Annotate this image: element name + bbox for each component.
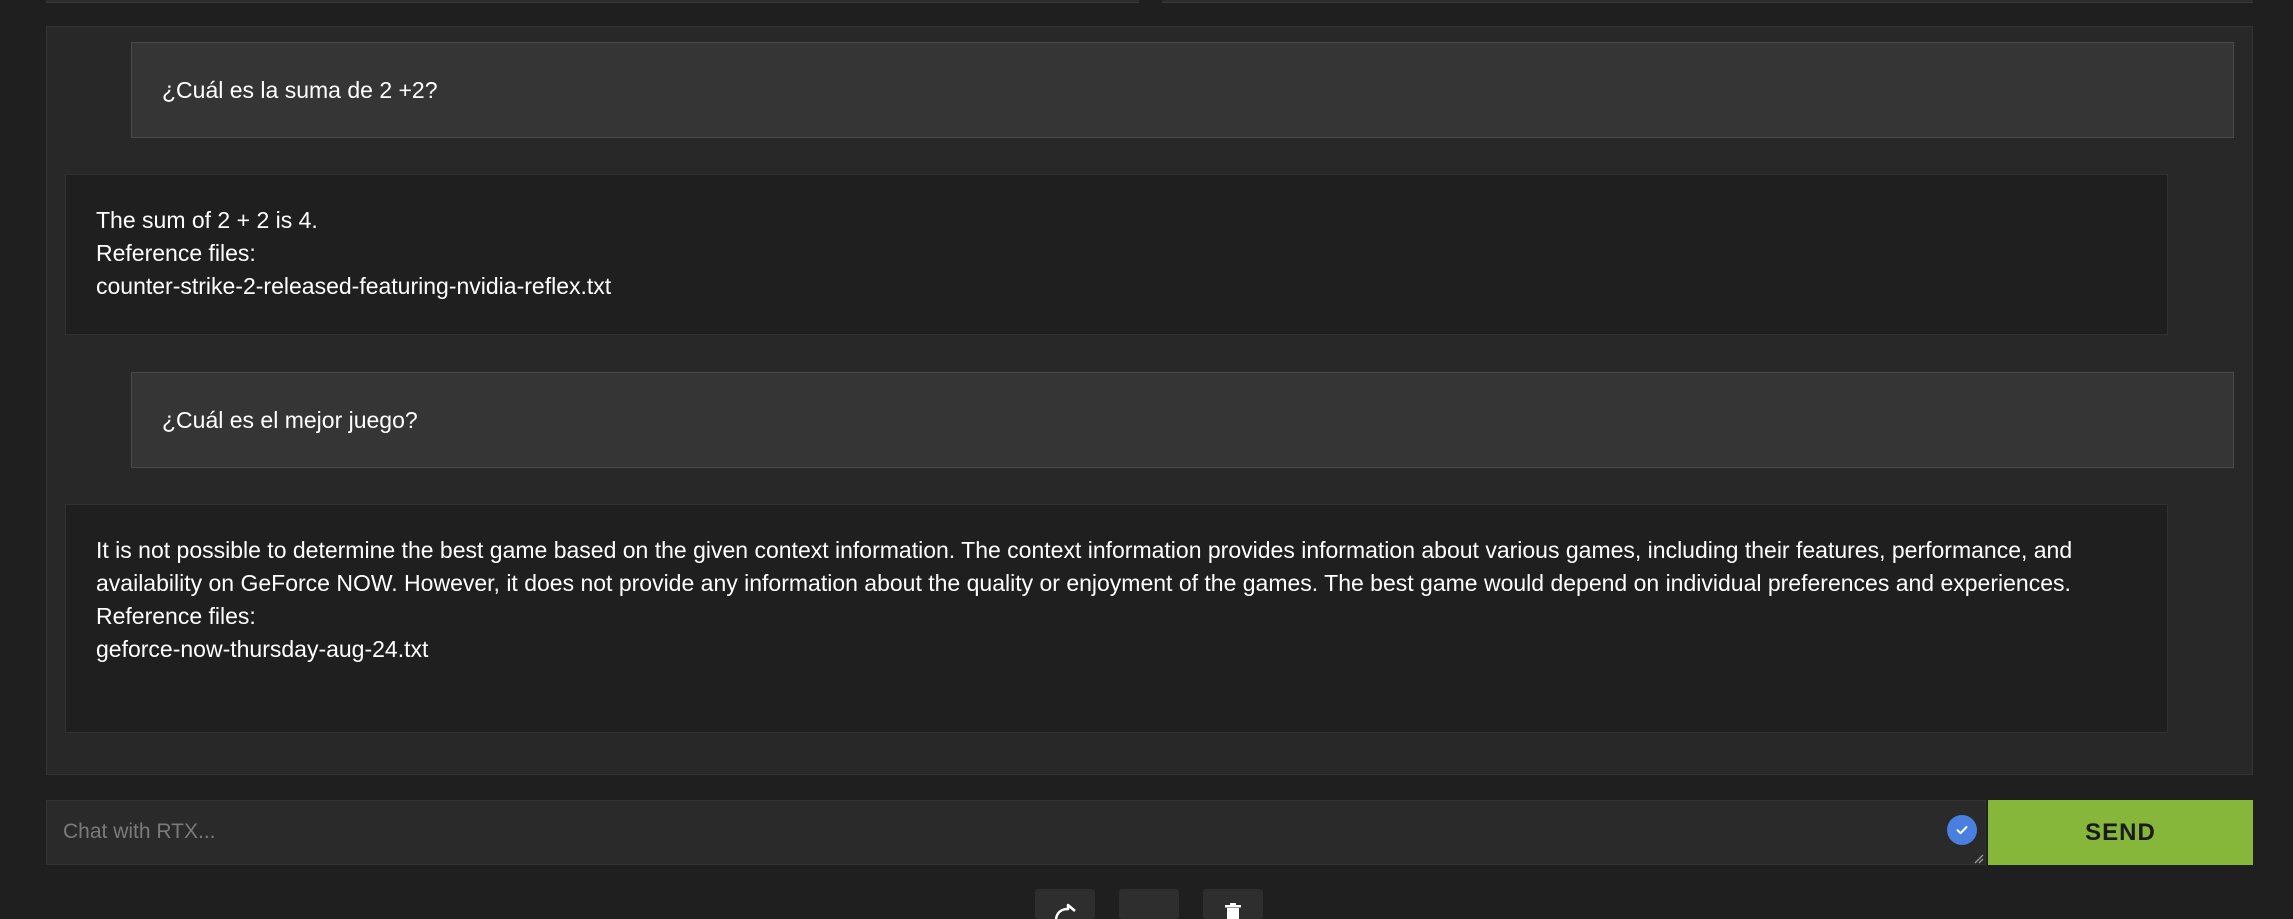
message-text: ¿Cuál es la suma de 2 +2?: [162, 77, 438, 103]
share-button[interactable]: [1035, 889, 1095, 919]
delete-button[interactable]: [1203, 889, 1263, 919]
trash-icon: [1225, 903, 1241, 919]
blank-button[interactable]: [1119, 889, 1179, 919]
reference-file-name: geforce-now-thursday-aug-24.txt: [96, 636, 429, 662]
reference-files-label: Reference files:: [96, 240, 256, 266]
chat-history[interactable]: ¿Cuál es la suma de 2 +2? The sum of 2 +…: [46, 26, 2253, 775]
resize-grip-icon[interactable]: [1972, 852, 1984, 864]
assistant-message: It is not possible to determine the best…: [65, 504, 2168, 733]
chat-input-container: [46, 800, 1986, 865]
assistant-message: The sum of 2 + 2 is 4. Reference files: …: [65, 174, 2168, 335]
user-message: ¿Cuál es el mejor juego?: [131, 372, 2234, 468]
reference-files-label: Reference files:: [96, 603, 256, 629]
top-panel-left-edge: [46, 0, 1139, 3]
message-text: It is not possible to determine the best…: [96, 537, 2079, 596]
message-text: ¿Cuál es el mejor juego?: [162, 407, 418, 433]
reference-file-name: counter-strike-2-released-featuring-nvid…: [96, 273, 612, 299]
user-message: ¿Cuál es la suma de 2 +2?: [131, 42, 2234, 138]
top-panel-right-edge: [1162, 0, 2253, 3]
message-text: The sum of 2 + 2 is 4.: [96, 207, 318, 233]
check-icon[interactable]: [1947, 815, 1977, 845]
send-button[interactable]: SEND: [1988, 800, 2253, 865]
share-icon: [1054, 903, 1076, 919]
chat-input[interactable]: [47, 801, 1985, 864]
